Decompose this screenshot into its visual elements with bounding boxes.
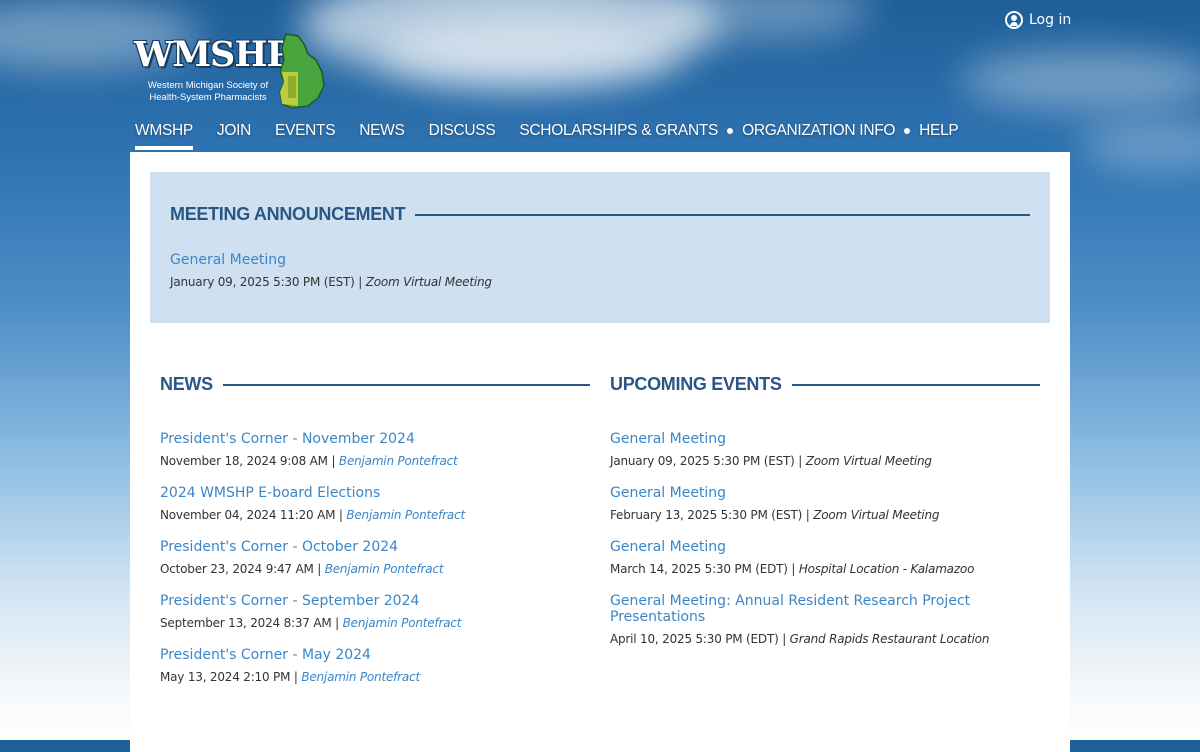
- list-item: General Meeting February 13, 2025 5:30 P…: [610, 485, 1040, 522]
- list-item: President's Corner - September 2024 Sept…: [160, 593, 590, 630]
- announcement-item: General Meeting January 09, 2025 5:30 PM…: [170, 252, 492, 289]
- list-item: General Meeting: Annual Resident Researc…: [610, 593, 1040, 646]
- event-link[interactable]: General Meeting: Annual Resident Researc…: [610, 593, 1040, 625]
- nav-item-help[interactable]: HELP: [919, 118, 959, 150]
- logo-subtitle: Western Michigan Society of Health-Syste…: [147, 80, 269, 103]
- announcement-header: MEETING ANNOUNCEMENT: [170, 204, 1030, 225]
- event-meta: January 09, 2025 5:30 PM (EST) | Zoom Vi…: [610, 454, 932, 468]
- news-meta: November 18, 2024 9:08 AM | Benjamin Pon…: [160, 454, 458, 468]
- section-rule: [415, 213, 1030, 216]
- sky-cloud: [960, 50, 1200, 110]
- login-link[interactable]: Log in: [1005, 9, 1071, 31]
- section-rule: [791, 383, 1040, 386]
- author-link[interactable]: Benjamin Pontefract: [343, 616, 462, 630]
- sky-cloud: [380, 20, 680, 90]
- news-link[interactable]: President's Corner - May 2024: [160, 647, 590, 663]
- news-list: President's Corner - November 2024 Novem…: [160, 431, 590, 684]
- news-section: NEWS President's Corner - November 2024 …: [160, 374, 590, 701]
- list-item: President's Corner - October 2024 Octobe…: [160, 539, 590, 576]
- list-item: President's Corner - May 2024 May 13, 20…: [160, 647, 590, 684]
- nav-item-organization-info[interactable]: ORGANIZATION INFO: [742, 118, 895, 150]
- news-meta: May 13, 2024 2:10 PM | Benjamin Pontefra…: [160, 670, 420, 684]
- list-item: President's Corner - November 2024 Novem…: [160, 431, 590, 468]
- news-link[interactable]: President's Corner - October 2024: [160, 539, 590, 555]
- login-label: Log in: [1029, 12, 1072, 28]
- event-meta: February 13, 2025 5:30 PM (EST) | Zoom V…: [610, 508, 940, 522]
- nav-item-discuss[interactable]: DISCUSS: [429, 118, 496, 150]
- announcement-event-meta: January 09, 2025 5:30 PM (EST) | Zoom Vi…: [170, 275, 492, 289]
- announcement-title: MEETING ANNOUNCEMENT: [170, 204, 406, 224]
- user-icon: [1005, 11, 1023, 29]
- nav-item-join[interactable]: JOIN: [217, 118, 251, 150]
- event-meta: March 14, 2025 5:30 PM (EDT) | Hospital …: [610, 562, 975, 576]
- author-link[interactable]: Benjamin Pontefract: [325, 562, 444, 576]
- event-link[interactable]: General Meeting: [610, 485, 1040, 501]
- news-link[interactable]: 2024 WMSHP E-board Elections: [160, 485, 590, 501]
- news-title: NEWS: [160, 374, 213, 394]
- list-item: 2024 WMSHP E-board Elections November 04…: [160, 485, 590, 522]
- event-link[interactable]: General Meeting: [610, 539, 1040, 555]
- nav-separator-dot: [904, 128, 911, 134]
- main-nav: WMSHP JOIN EVENTS NEWS DISCUSS SCHOLARSH…: [135, 118, 982, 152]
- author-link[interactable]: Benjamin Pontefract: [346, 508, 465, 522]
- meeting-announcement: MEETING ANNOUNCEMENT General Meeting Jan…: [150, 172, 1050, 323]
- list-item: General Meeting January 09, 2025 5:30 PM…: [610, 431, 1040, 468]
- event-link[interactable]: General Meeting: [610, 431, 1040, 447]
- event-meta: April 10, 2025 5:30 PM (EDT) | Grand Rap…: [610, 632, 990, 646]
- news-meta: October 23, 2024 9:47 AM | Benjamin Pont…: [160, 562, 444, 576]
- news-link[interactable]: President's Corner - November 2024: [160, 431, 590, 447]
- news-meta: November 04, 2024 11:20 AM | Benjamin Po…: [160, 508, 465, 522]
- announcement-event-link[interactable]: General Meeting: [170, 252, 492, 268]
- author-link[interactable]: Benjamin Pontefract: [301, 670, 420, 684]
- nav-item-events[interactable]: EVENTS: [275, 118, 336, 150]
- michigan-map-icon: [279, 33, 325, 109]
- upcoming-events-section: UPCOMING EVENTS General Meeting January …: [610, 374, 1040, 663]
- author-link[interactable]: Benjamin Pontefract: [339, 454, 458, 468]
- sky-cloud: [1080, 120, 1200, 170]
- news-meta: September 13, 2024 8:37 AM | Benjamin Po…: [160, 616, 462, 630]
- events-list: General Meeting January 09, 2025 5:30 PM…: [610, 431, 1040, 646]
- section-rule: [222, 383, 590, 386]
- events-header: UPCOMING EVENTS: [610, 374, 1040, 395]
- main-content: MEETING ANNOUNCEMENT General Meeting Jan…: [130, 152, 1070, 752]
- list-item: General Meeting March 14, 2025 5:30 PM (…: [610, 539, 1040, 576]
- news-header: NEWS: [160, 374, 590, 395]
- events-title: UPCOMING EVENTS: [610, 374, 782, 394]
- nav-item-news[interactable]: NEWS: [359, 118, 405, 150]
- news-link[interactable]: President's Corner - September 2024: [160, 593, 590, 609]
- site-logo[interactable]: WMSHP Western Michigan Society of Health…: [134, 32, 334, 110]
- nav-separator-dot: [727, 128, 734, 134]
- nav-item-scholarships[interactable]: SCHOLARSHIPS & GRANTS: [519, 118, 718, 150]
- nav-item-wmshp[interactable]: WMSHP: [135, 118, 193, 150]
